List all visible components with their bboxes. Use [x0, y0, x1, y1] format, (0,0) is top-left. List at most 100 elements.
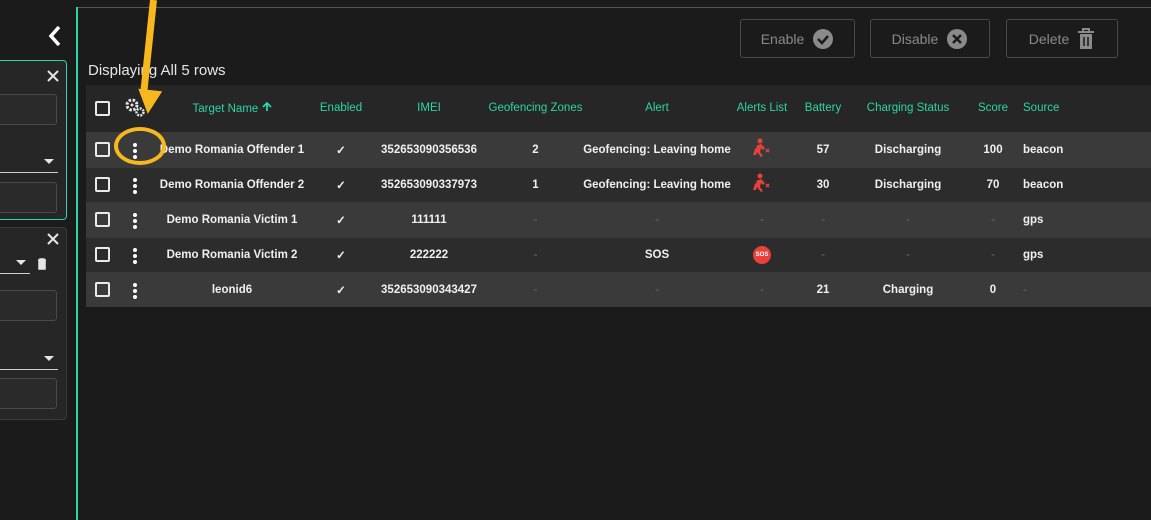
header-target-name-label: Target Name: [192, 102, 259, 115]
cell-target-name: Demo Romania Victim 2: [152, 236, 312, 272]
cell-source: gps: [1023, 236, 1151, 272]
check-circle-icon: [813, 28, 834, 49]
sos-alert-icon[interactable]: SOS: [753, 245, 771, 264]
select-all-checkbox[interactable]: [94, 100, 110, 116]
top-divider: [78, 7, 1151, 8]
cell-charging-status: Discharging: [853, 166, 963, 202]
cell-source: beacon: [1023, 131, 1151, 167]
cell-geofencing-zones: -: [488, 271, 583, 307]
cell-imei: 352653090343427: [370, 271, 488, 307]
row-select-cell: [86, 131, 118, 167]
trash-icon[interactable]: [37, 258, 47, 270]
filter-field-select[interactable]: [0, 151, 58, 173]
cell-source: beacon: [1023, 166, 1151, 202]
cell-score: -: [963, 236, 1023, 272]
row-select-cell: [86, 201, 118, 237]
cell-target-name: Demo Romania Offender 2: [152, 166, 312, 202]
disable-label: Disable: [891, 30, 939, 47]
cell-geofencing-zones: 1: [488, 166, 583, 202]
cell-alerts-list: -: [731, 271, 793, 307]
table-header-row: Target Name Enabled IMEI Geofencing Zone…: [86, 85, 1151, 132]
cell-score: 0: [963, 271, 1023, 307]
cell-target-name: Demo Romania Offender 1: [152, 131, 312, 167]
cell-source: -: [1023, 271, 1151, 307]
caret-down-icon: [44, 356, 54, 361]
cell-alert: -: [583, 201, 731, 237]
cell-geofencing-zones: 2: [488, 131, 583, 167]
cell-alerts-list: [731, 131, 793, 167]
trash-icon: [1078, 27, 1095, 49]
header-alerts-list[interactable]: Alerts List: [731, 85, 793, 132]
cell-target-name: Demo Romania Victim 1: [152, 201, 312, 237]
select-all-cell: [86, 85, 118, 132]
delete-label: Delete: [1028, 30, 1070, 47]
x-circle-icon: [947, 28, 968, 49]
rows-count-caption: Displaying All 5 rows: [88, 62, 226, 79]
collapse-sidebar-button[interactable]: [44, 23, 66, 49]
enable-label: Enable: [760, 30, 805, 47]
row-menu-cell: [118, 201, 152, 237]
cell-charging-status: -: [853, 201, 963, 237]
row-actions-menu-icon[interactable]: [129, 176, 141, 196]
row-actions-menu-icon[interactable]: [129, 246, 141, 266]
cell-alert: -: [583, 271, 731, 307]
header-alert[interactable]: Alert: [583, 85, 731, 132]
table-row[interactable]: Demo Romania Victim 2 ✓ 222222 - SOS SOS…: [86, 236, 1151, 272]
cell-alert: Geofencing: Leaving home: [583, 131, 731, 167]
cell-alerts-list: [731, 166, 793, 202]
row-select-cell: [86, 236, 118, 272]
header-score[interactable]: Score: [963, 85, 1023, 132]
annotation-highlight-circle: [114, 127, 166, 165]
close-icon[interactable]: [46, 69, 60, 83]
row-actions-menu-icon[interactable]: [129, 211, 141, 231]
row-checkbox[interactable]: [94, 247, 110, 262]
row-checkbox[interactable]: [94, 177, 110, 192]
cell-enabled: ✓: [312, 166, 370, 202]
sidebar-divider: [76, 7, 78, 520]
cell-enabled: ✓: [312, 271, 370, 307]
header-enabled[interactable]: Enabled: [312, 85, 370, 132]
row-select-cell: [86, 271, 118, 307]
filter-field-select[interactable]: [0, 348, 58, 370]
header-charging-status[interactable]: Charging Status: [853, 85, 963, 132]
enable-button[interactable]: Enable: [740, 19, 855, 58]
delete-button[interactable]: Delete: [1006, 19, 1118, 58]
filter-value-input[interactable]: [0, 94, 57, 125]
filter-value-input[interactable]: [0, 182, 57, 213]
cell-score: 100: [963, 131, 1023, 167]
filter-operator-select[interactable]: [0, 252, 30, 274]
cell-imei: 352653090356536: [370, 131, 488, 167]
header-target-name[interactable]: Target Name: [152, 85, 312, 132]
row-menu-cell: [118, 166, 152, 202]
cell-alerts-list: SOS: [731, 236, 793, 272]
filter-card: [0, 60, 67, 220]
cell-enabled: ✓: [312, 201, 370, 237]
row-checkbox[interactable]: [94, 282, 110, 298]
row-checkbox[interactable]: [94, 212, 110, 227]
header-imei[interactable]: IMEI: [370, 85, 488, 132]
table-row[interactable]: Demo Romania Offender 2 ✓ 35265309033797…: [86, 166, 1151, 202]
cell-battery: -: [793, 236, 853, 272]
header-geofencing-zones[interactable]: Geofencing Zones: [488, 85, 583, 132]
table-row[interactable]: Demo Romania Offender 1 ✓ 35265309035653…: [86, 131, 1151, 167]
filter-value-input[interactable]: [0, 290, 57, 321]
caret-down-icon: [44, 159, 54, 164]
table-row[interactable]: Demo Romania Victim 1 ✓ 111111 - - - - -…: [86, 201, 1151, 237]
filter-value-input[interactable]: [0, 378, 57, 409]
cell-enabled: ✓: [312, 236, 370, 272]
cell-imei: 222222: [370, 236, 488, 272]
row-checkbox[interactable]: [94, 142, 110, 157]
running-person-alert-icon[interactable]: [751, 138, 773, 158]
row-actions-menu-icon[interactable]: [129, 281, 141, 301]
cell-geofencing-zones: -: [488, 236, 583, 272]
disable-button[interactable]: Disable: [870, 19, 990, 58]
cell-score: -: [963, 201, 1023, 237]
close-icon[interactable]: [46, 232, 60, 246]
cell-battery: 57: [793, 131, 853, 167]
header-battery[interactable]: Battery: [793, 85, 853, 132]
header-source[interactable]: Source: [1023, 85, 1151, 132]
cell-score: 70: [963, 166, 1023, 202]
row-select-cell: [86, 166, 118, 202]
running-person-alert-icon[interactable]: [751, 173, 773, 193]
table-row[interactable]: leonid6 ✓ 352653090343427 - - - 21 Charg…: [86, 271, 1151, 307]
